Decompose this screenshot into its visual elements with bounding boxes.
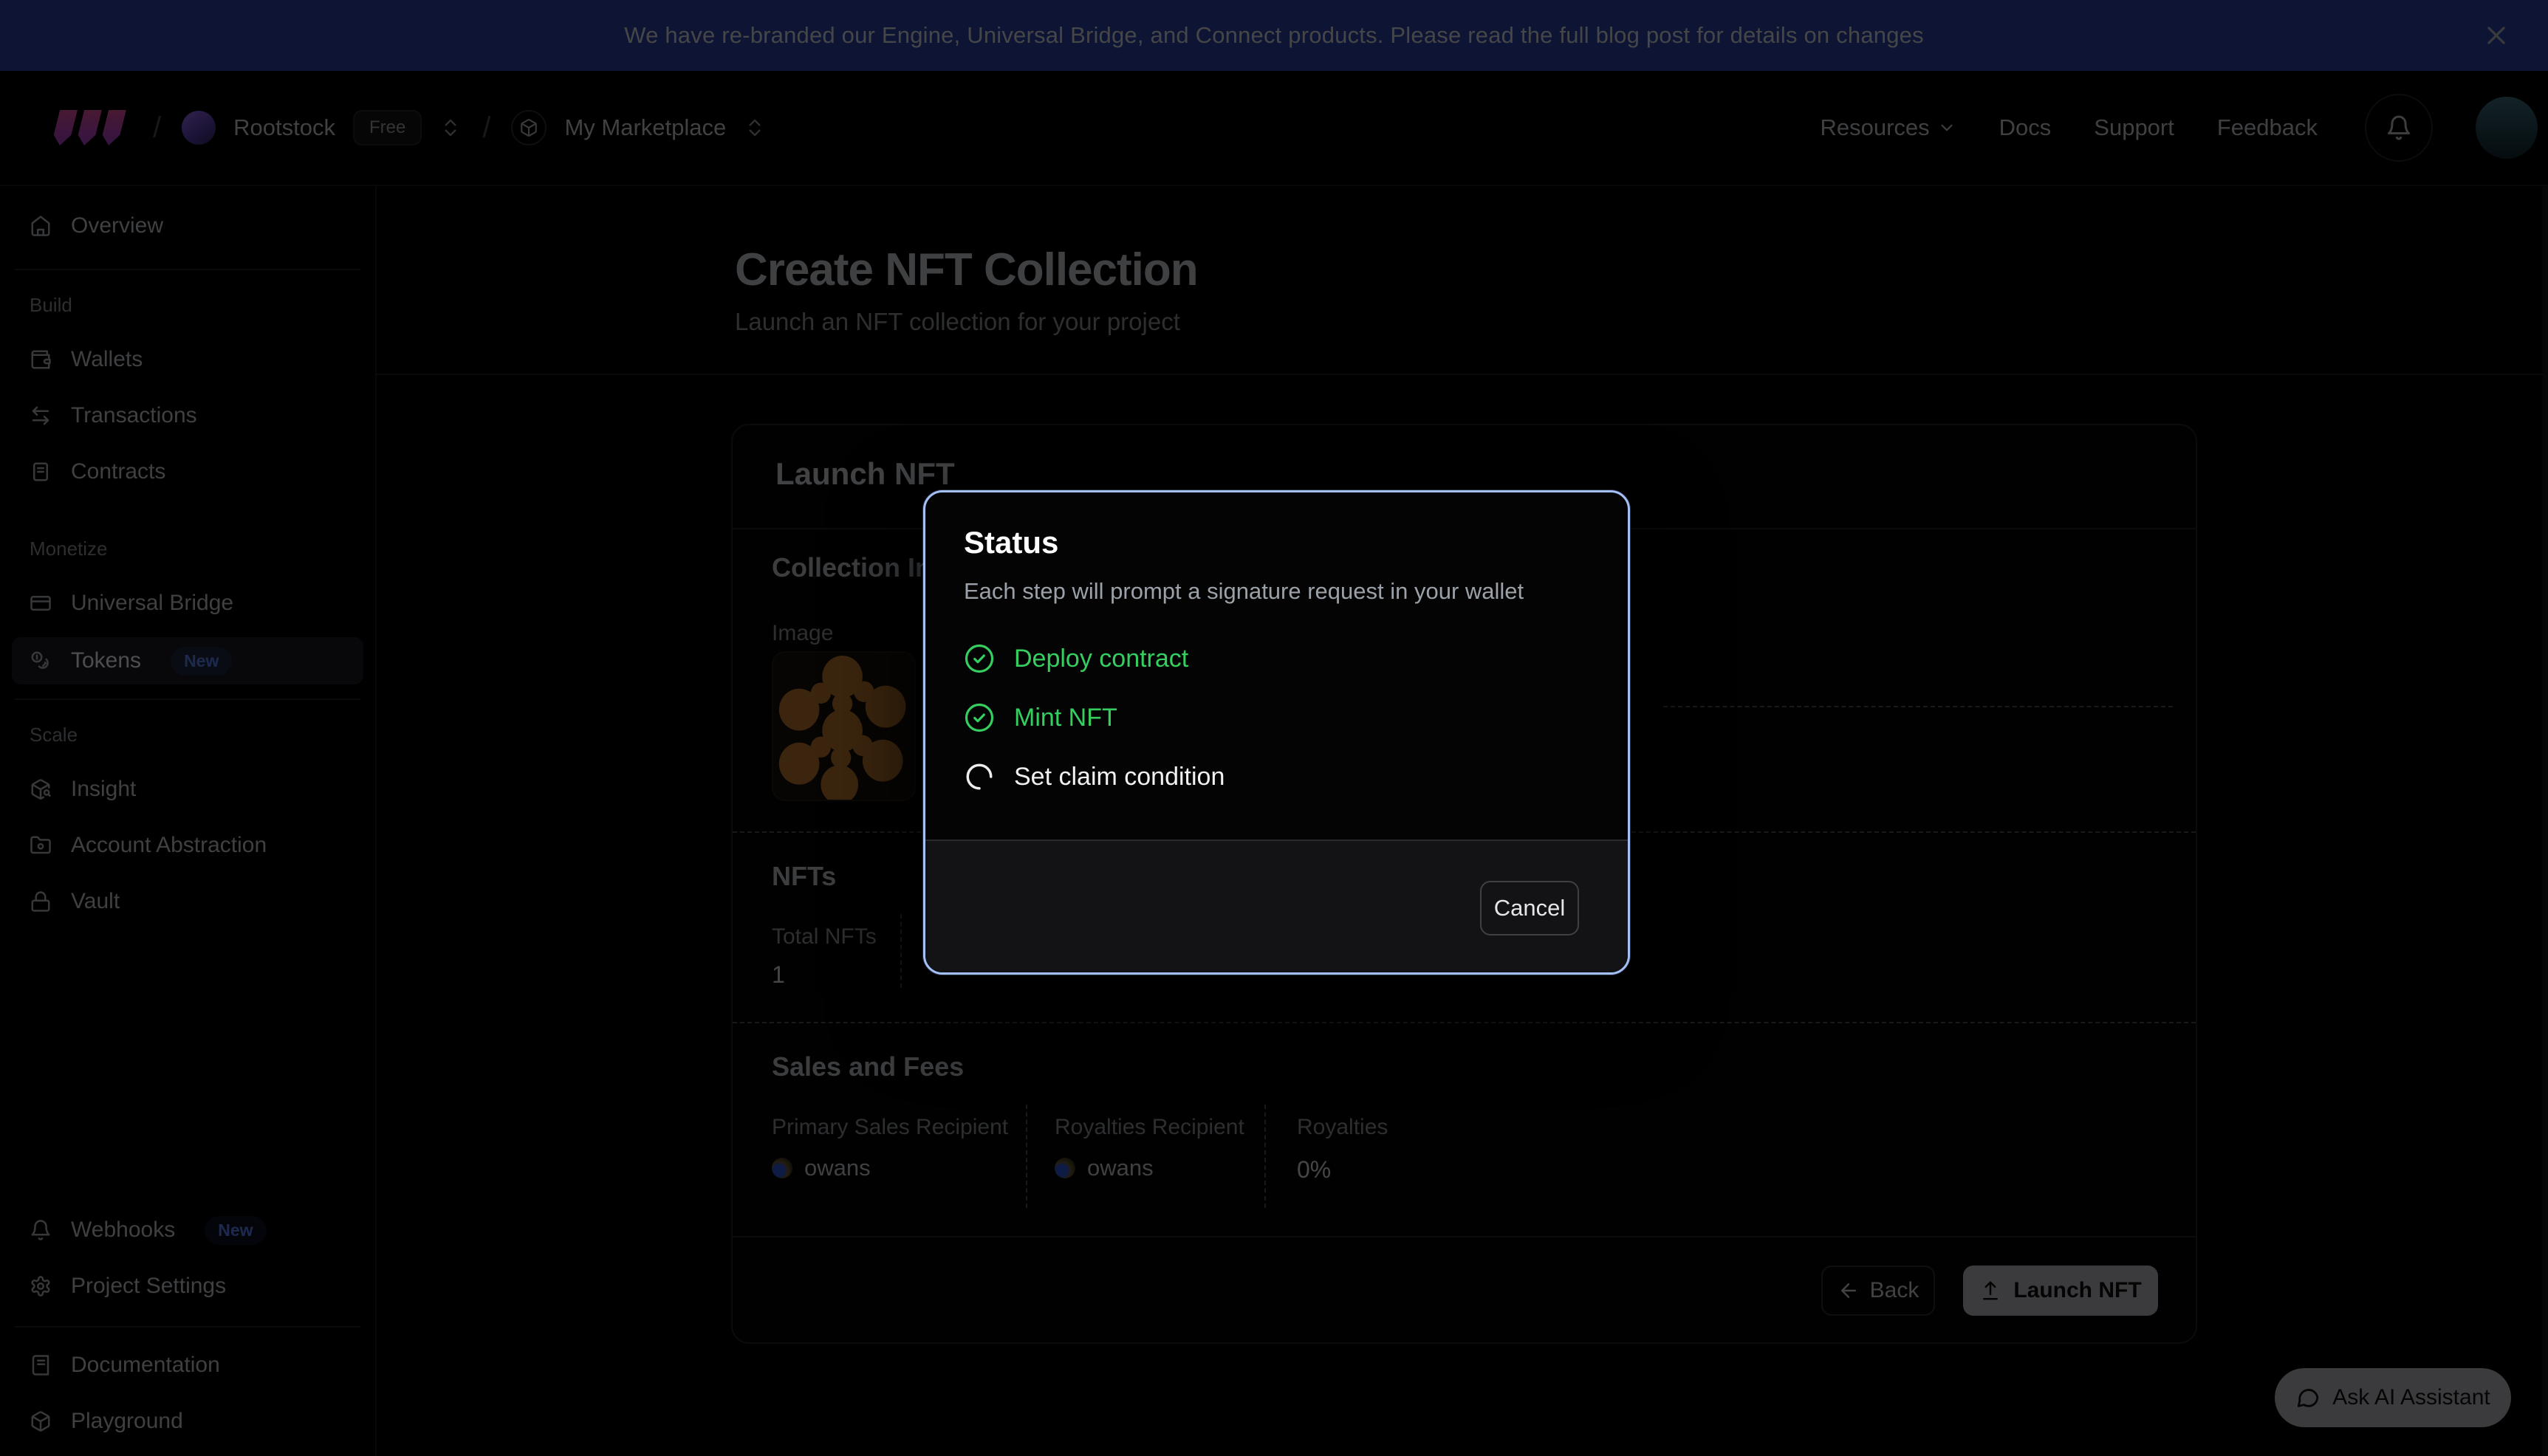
step-mint-nft: Mint NFT <box>964 696 1225 739</box>
check-circle-icon <box>964 643 995 674</box>
step-label: Deploy contract <box>1014 645 1188 673</box>
step-set-claim-condition: Set claim condition <box>964 755 1225 798</box>
spinner-icon <box>964 761 995 792</box>
cancel-button[interactable]: Cancel <box>1480 881 1579 935</box>
modal-footer: Cancel <box>925 839 1628 972</box>
check-circle-icon <box>964 702 995 733</box>
status-modal: Status Each step will prompt a signature… <box>923 490 1630 975</box>
step-deploy-contract: Deploy contract <box>964 637 1225 680</box>
modal-title: Status <box>964 525 1058 560</box>
step-label: Set claim condition <box>1014 763 1225 791</box>
step-label: Mint NFT <box>1014 704 1117 732</box>
modal-subtitle: Each step will prompt a signature reques… <box>964 578 1524 605</box>
step-list: Deploy contract Mint NFT Set claim condi… <box>964 637 1225 798</box>
